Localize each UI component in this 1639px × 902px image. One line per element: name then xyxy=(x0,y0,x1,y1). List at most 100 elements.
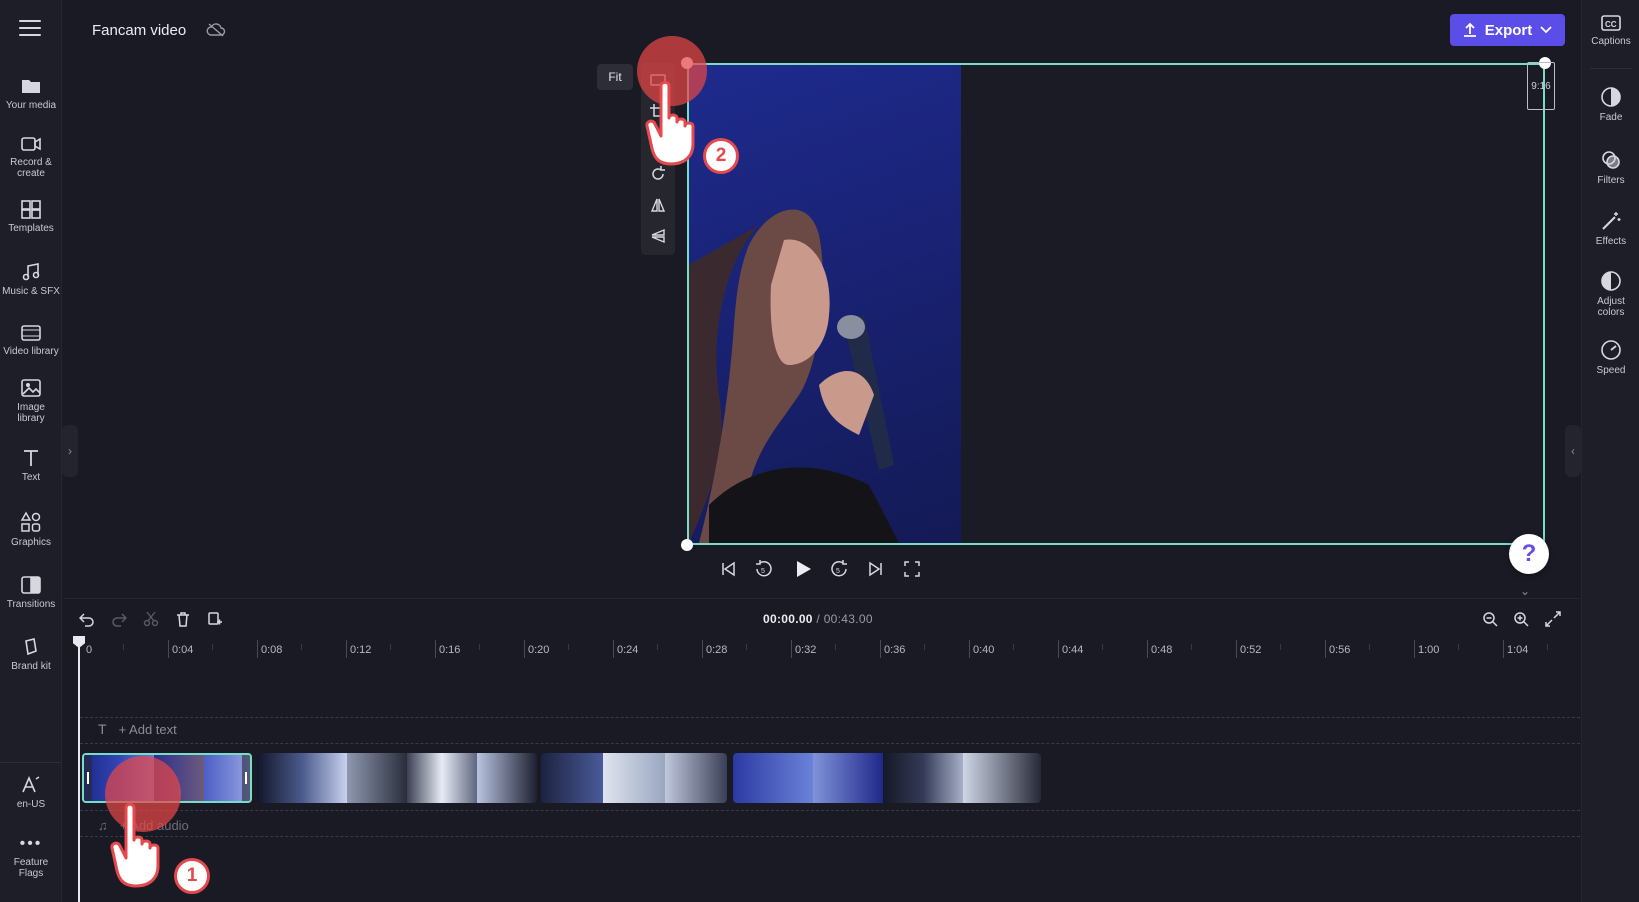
ruler-tick xyxy=(1147,640,1148,658)
contrast-icon xyxy=(1600,270,1622,292)
sidebar-item-fade[interactable]: Fade xyxy=(1582,86,1639,123)
text-track-border xyxy=(80,743,1580,744)
fit-timeline-icon[interactable] xyxy=(1545,611,1561,627)
clip-trim-handle-left[interactable] xyxy=(84,755,92,801)
left-sidebar: Your media Record & create Templates Mus… xyxy=(0,0,62,902)
magic-wand-icon xyxy=(1600,210,1622,232)
timeline-ruler[interactable]: 0 0:04 0:08 0:12 0:16 0:20 0:24 0:28 0:3… xyxy=(78,640,1578,662)
ruler-tick-label: 0:56 xyxy=(1329,644,1350,656)
ruler-tick-label: 1:04 xyxy=(1507,644,1528,656)
camera-icon xyxy=(20,135,42,153)
music-note-icon xyxy=(20,262,42,282)
sidebar-item-transitions[interactable]: Transitions xyxy=(0,575,62,610)
templates-icon xyxy=(20,199,42,219)
sidebar-item-captions[interactable]: CC Captions xyxy=(1582,14,1639,47)
pointer-hand-icon xyxy=(108,800,178,890)
sidebar-item-adjust-colors[interactable]: Adjust colors xyxy=(1582,270,1639,318)
sidebar-item-filters[interactable]: Filters xyxy=(1582,149,1639,186)
ruler-tick xyxy=(1058,640,1059,658)
skip-to-end-icon[interactable] xyxy=(868,561,884,577)
language-icon xyxy=(20,775,42,795)
zoom-out-icon[interactable] xyxy=(1482,611,1498,627)
ruler-minor-tick xyxy=(568,644,569,650)
export-button[interactable]: Export xyxy=(1450,14,1565,46)
clip-trim-handle-right[interactable] xyxy=(242,755,250,801)
clip-thumbnail xyxy=(603,753,665,803)
sidebar-item-video-library[interactable]: Video library xyxy=(0,324,62,357)
ruler-tick xyxy=(613,640,614,658)
duplicate-icon[interactable] xyxy=(207,611,223,627)
flip-vertical-icon[interactable] xyxy=(649,227,667,245)
sidebar-item-speed[interactable]: Speed xyxy=(1582,339,1639,376)
audio-track-border xyxy=(80,836,1580,837)
sidebar-item-image-library[interactable]: Image library xyxy=(0,378,62,424)
redo-icon[interactable] xyxy=(111,611,127,627)
sidebar-item-effects[interactable]: Effects xyxy=(1582,210,1639,247)
ruler-minor-tick xyxy=(123,644,124,650)
ruler-minor-tick xyxy=(1369,644,1370,650)
video-preview-canvas[interactable] xyxy=(687,63,1545,545)
project-title[interactable]: Fancam video xyxy=(92,22,186,39)
audio-track-border xyxy=(80,810,1580,811)
ruler-tick xyxy=(702,640,703,658)
undo-icon[interactable] xyxy=(79,611,95,627)
playhead-line[interactable] xyxy=(78,638,80,902)
sidebar-item-language[interactable]: en-US xyxy=(0,775,62,810)
sidebar-item-text[interactable]: Text xyxy=(0,448,62,483)
fullscreen-icon[interactable] xyxy=(904,561,920,577)
ruler-tick xyxy=(969,640,970,658)
music-note-icon: ♫ xyxy=(98,818,108,833)
right-panel-expand-handle[interactable]: ‹ xyxy=(1565,425,1581,477)
delete-icon[interactable] xyxy=(175,611,191,627)
sidebar-item-graphics[interactable]: Graphics xyxy=(0,511,62,548)
sidebar-item-music-sfx[interactable]: Music & SFX xyxy=(0,262,62,297)
ruler-minor-tick xyxy=(390,644,391,650)
resize-handle-bottom-left[interactable] xyxy=(681,539,693,551)
svg-text:CC: CC xyxy=(1605,20,1617,29)
ruler-tick-label: 0:48 xyxy=(1151,644,1172,656)
flip-horizontal-icon[interactable] xyxy=(649,196,667,214)
sidebar-item-label: create xyxy=(0,168,62,179)
upload-icon xyxy=(1463,22,1477,38)
video-clip[interactable] xyxy=(733,753,1041,803)
ruler-tick xyxy=(168,640,169,658)
clip-thumbnail xyxy=(665,753,727,803)
ruler-minor-tick xyxy=(835,644,836,650)
sidebar-item-label: Feature xyxy=(0,857,62,868)
left-panel-expand-handle[interactable]: › xyxy=(62,425,78,477)
ruler-tick-label: 0:24 xyxy=(617,644,638,656)
transition-icon xyxy=(20,575,42,595)
add-text-track[interactable]: T + Add text xyxy=(98,721,177,737)
sidebar-item-record-create[interactable]: Record & create xyxy=(0,135,62,179)
skip-to-start-icon[interactable] xyxy=(720,561,736,577)
ruler-tick xyxy=(346,640,347,658)
split-icon[interactable] xyxy=(143,611,159,627)
chevron-down-icon[interactable]: ⌄ xyxy=(1520,584,1530,598)
ruler-tick xyxy=(1503,640,1504,658)
ruler-tick xyxy=(257,640,258,658)
menu-icon[interactable] xyxy=(19,20,41,38)
zoom-in-icon[interactable] xyxy=(1513,611,1529,627)
clip-thumbnail xyxy=(407,753,477,803)
ruler-minor-tick xyxy=(1458,644,1459,650)
captions-icon: CC xyxy=(1600,14,1622,32)
video-clip[interactable] xyxy=(541,753,727,803)
play-icon[interactable] xyxy=(793,559,813,579)
help-button[interactable]: ? xyxy=(1509,534,1549,574)
app-window: Your media Record & create Templates Mus… xyxy=(0,0,1639,902)
add-text-label: + Add text xyxy=(119,722,177,737)
sidebar-item-label: Adjust xyxy=(1582,296,1639,307)
aspect-ratio-button[interactable]: 9:16 xyxy=(1527,62,1555,110)
rewind-5-icon[interactable]: 5 xyxy=(754,559,774,579)
sidebar-item-your-media[interactable]: Your media xyxy=(0,76,62,111)
sidebar-item-feature-flags[interactable]: ••• Feature Flags xyxy=(0,838,62,879)
image-icon xyxy=(20,378,42,398)
timecode-separator: / xyxy=(813,612,824,626)
ruler-tick xyxy=(1236,640,1237,658)
sidebar-item-templates[interactable]: Templates xyxy=(0,199,62,234)
forward-5-icon[interactable]: 5 xyxy=(829,559,849,579)
video-clip[interactable] xyxy=(257,753,537,803)
more-icon: ••• xyxy=(0,838,62,849)
sidebar-item-brand-kit[interactable]: Brand kit xyxy=(0,637,62,672)
step-1-badge: 1 xyxy=(174,858,210,894)
